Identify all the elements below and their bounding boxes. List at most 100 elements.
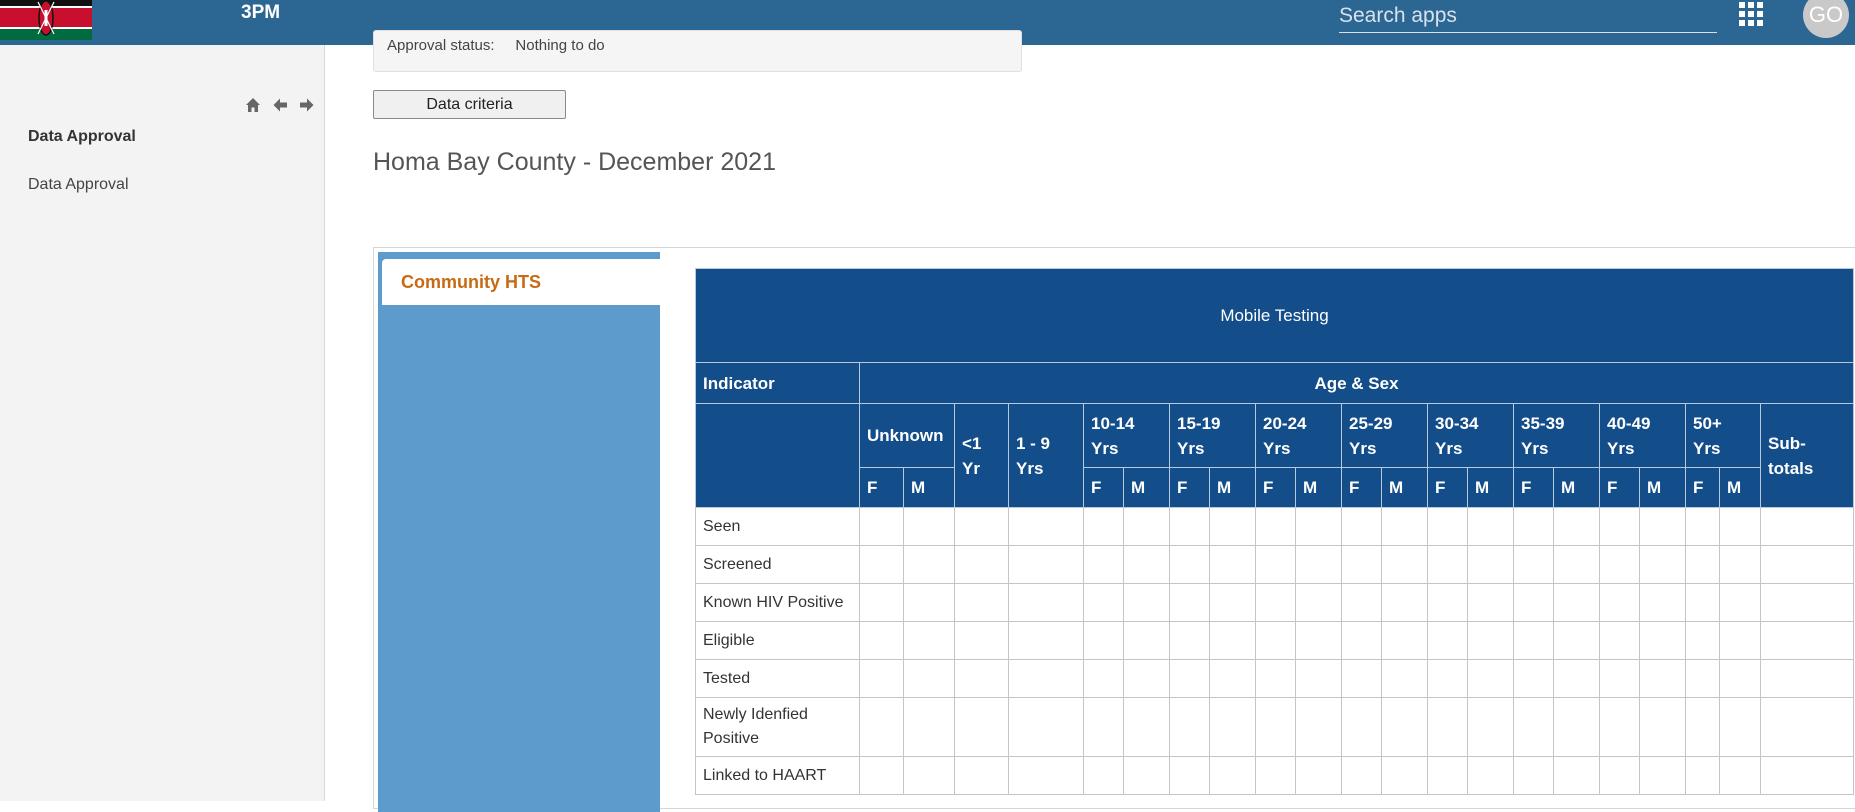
data-entry-cell[interactable]	[1295, 697, 1342, 757]
data-entry-cell[interactable]	[954, 507, 1009, 546]
data-entry-cell[interactable]	[859, 659, 904, 698]
data-entry-cell[interactable]	[1719, 756, 1761, 795]
data-entry-cell[interactable]	[1599, 507, 1640, 546]
data-criteria-button[interactable]: Data criteria	[373, 90, 566, 119]
data-entry-cell[interactable]	[1719, 621, 1761, 660]
data-entry-cell[interactable]	[1341, 697, 1382, 757]
data-entry-cell[interactable]	[1295, 621, 1342, 660]
data-entry-cell[interactable]	[1599, 545, 1640, 584]
data-entry-cell[interactable]	[1685, 583, 1720, 622]
data-entry-cell[interactable]	[1008, 697, 1084, 757]
data-entry-cell[interactable]	[1381, 756, 1428, 795]
data-entry-cell[interactable]	[1209, 621, 1256, 660]
data-entry-cell[interactable]	[1083, 621, 1124, 660]
data-entry-cell[interactable]	[1341, 756, 1382, 795]
data-entry-cell[interactable]	[1553, 659, 1600, 698]
data-entry-cell[interactable]	[1553, 583, 1600, 622]
user-avatar[interactable]: GO	[1803, 0, 1849, 38]
data-entry-cell[interactable]	[1513, 756, 1554, 795]
data-entry-cell[interactable]	[1123, 621, 1170, 660]
data-entry-cell[interactable]	[1553, 697, 1600, 757]
data-entry-cell[interactable]	[1381, 621, 1428, 660]
data-entry-cell[interactable]	[1639, 545, 1686, 584]
data-entry-cell[interactable]	[1427, 697, 1468, 757]
data-entry-cell[interactable]	[903, 545, 955, 584]
data-entry-cell[interactable]	[1639, 507, 1686, 546]
data-entry-cell[interactable]	[1341, 545, 1382, 584]
data-entry-cell[interactable]	[1255, 659, 1296, 698]
data-entry-cell[interactable]	[1381, 545, 1428, 584]
data-entry-cell[interactable]	[903, 507, 955, 546]
data-entry-cell[interactable]	[1599, 583, 1640, 622]
data-entry-cell[interactable]	[1123, 697, 1170, 757]
data-entry-cell[interactable]	[1381, 659, 1428, 698]
data-entry-cell[interactable]	[1553, 545, 1600, 584]
data-entry-cell[interactable]	[1427, 507, 1468, 546]
data-entry-cell[interactable]	[1599, 756, 1640, 795]
data-entry-cell[interactable]	[954, 659, 1009, 698]
data-entry-cell[interactable]	[1083, 583, 1124, 622]
data-entry-cell[interactable]	[1553, 621, 1600, 660]
data-entry-cell[interactable]	[1760, 756, 1854, 795]
data-entry-cell[interactable]	[903, 659, 955, 698]
data-entry-cell[interactable]	[1123, 659, 1170, 698]
data-entry-cell[interactable]	[1008, 756, 1084, 795]
data-entry-cell[interactable]	[1169, 697, 1210, 757]
data-entry-cell[interactable]	[1719, 697, 1761, 757]
data-entry-cell[interactable]	[1209, 756, 1256, 795]
data-entry-cell[interactable]	[1008, 621, 1084, 660]
data-entry-cell[interactable]	[1685, 507, 1720, 546]
data-entry-cell[interactable]	[1760, 507, 1854, 546]
data-entry-cell[interactable]	[1685, 756, 1720, 795]
data-entry-cell[interactable]	[1123, 756, 1170, 795]
data-entry-cell[interactable]	[1341, 583, 1382, 622]
data-entry-cell[interactable]	[1169, 545, 1210, 584]
data-entry-cell[interactable]	[1553, 507, 1600, 546]
data-entry-cell[interactable]	[1123, 583, 1170, 622]
data-entry-cell[interactable]	[859, 507, 904, 546]
data-entry-cell[interactable]	[1083, 697, 1124, 757]
data-entry-cell[interactable]	[1427, 756, 1468, 795]
data-entry-cell[interactable]	[1760, 545, 1854, 584]
home-icon[interactable]	[245, 97, 261, 113]
data-entry-cell[interactable]	[1719, 659, 1761, 698]
data-entry-cell[interactable]	[1513, 507, 1554, 546]
data-entry-cell[interactable]	[1123, 507, 1170, 546]
tab-community-hts[interactable]: Community HTS	[382, 259, 660, 305]
data-entry-cell[interactable]	[1123, 545, 1170, 584]
data-entry-cell[interactable]	[1381, 583, 1428, 622]
data-entry-cell[interactable]	[954, 621, 1009, 660]
data-entry-cell[interactable]	[903, 583, 955, 622]
data-entry-cell[interactable]	[1513, 697, 1554, 757]
data-entry-cell[interactable]	[1209, 507, 1256, 546]
data-entry-cell[interactable]	[1467, 659, 1514, 698]
data-entry-cell[interactable]	[859, 697, 904, 757]
search-apps-input[interactable]	[1339, 0, 1717, 33]
apps-grid-icon[interactable]	[1739, 2, 1763, 26]
data-entry-cell[interactable]	[1169, 659, 1210, 698]
data-entry-cell[interactable]	[1381, 507, 1428, 546]
data-entry-cell[interactable]	[1295, 583, 1342, 622]
data-entry-cell[interactable]	[1639, 659, 1686, 698]
data-entry-cell[interactable]	[1209, 583, 1256, 622]
data-entry-cell[interactable]	[1467, 507, 1514, 546]
data-entry-cell[interactable]	[1639, 697, 1686, 757]
data-entry-cell[interactable]	[1427, 659, 1468, 698]
data-entry-cell[interactable]	[903, 697, 955, 757]
data-entry-cell[interactable]	[1169, 507, 1210, 546]
data-entry-cell[interactable]	[1685, 545, 1720, 584]
data-entry-cell[interactable]	[1513, 583, 1554, 622]
data-entry-cell[interactable]	[1427, 621, 1468, 660]
data-entry-cell[interactable]	[1008, 545, 1084, 584]
data-entry-cell[interactable]	[1719, 583, 1761, 622]
data-entry-cell[interactable]	[1467, 621, 1514, 660]
data-entry-cell[interactable]	[1083, 659, 1124, 698]
data-entry-cell[interactable]	[1295, 756, 1342, 795]
data-entry-cell[interactable]	[1553, 756, 1600, 795]
data-entry-cell[interactable]	[1295, 507, 1342, 546]
data-entry-cell[interactable]	[859, 583, 904, 622]
data-entry-cell[interactable]	[1760, 697, 1854, 757]
data-entry-cell[interactable]	[1719, 545, 1761, 584]
data-entry-cell[interactable]	[954, 697, 1009, 757]
sidebar-item-data-approval[interactable]: Data Approval	[28, 176, 129, 194]
